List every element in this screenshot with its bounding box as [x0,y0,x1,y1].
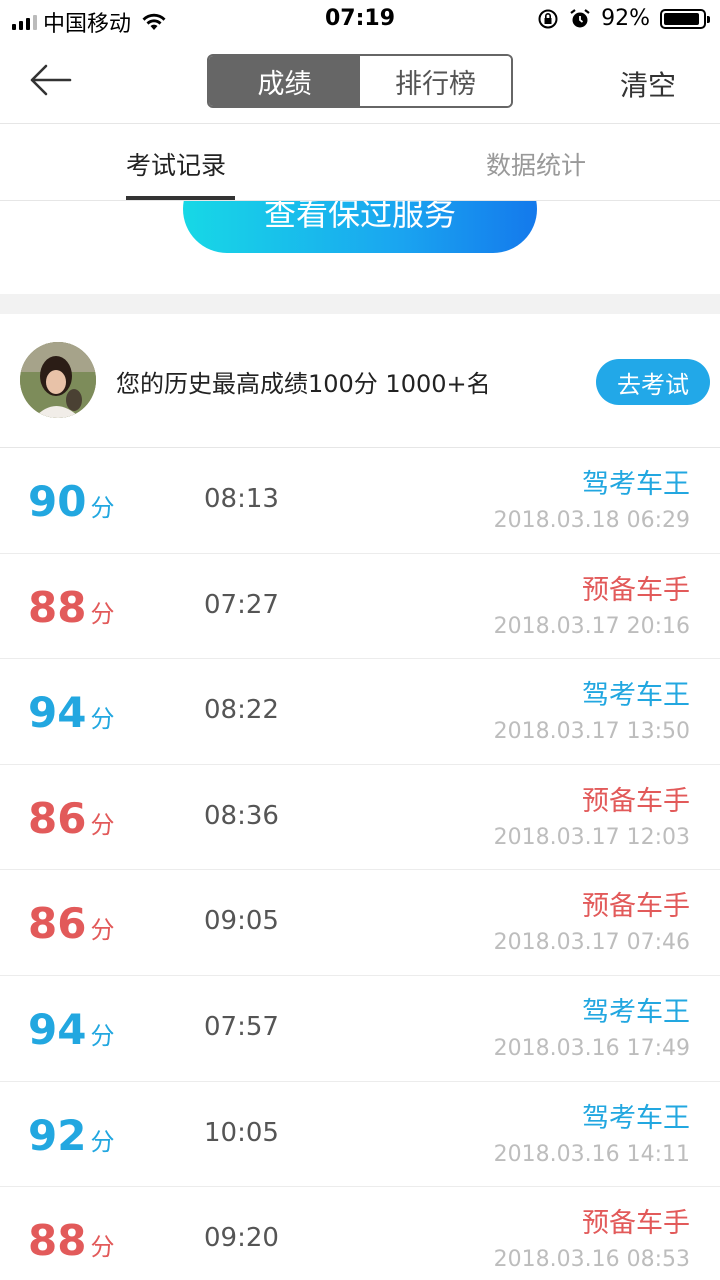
rank-title: 预备车手 [582,574,690,606]
rank-title: 预备车手 [582,785,690,817]
score: 90 分 [28,478,114,532]
status-bar: 中国移动 07:19 92% [0,0,720,40]
score: 88 分 [28,1217,114,1271]
summary-card: 您的历史最高成绩100分 1000+名 去考试 [0,314,720,448]
rank-title: 驾考车王 [582,680,690,712]
exam-duration: 09:05 [204,906,279,937]
exam-records-list: 90 分 08:13 驾考车王 2018.03.18 06:29 88 分 07:27 预备车手… [0,448,720,1280]
rank-title: 预备车手 [582,891,690,923]
score-value: 90 [28,477,87,526]
rank-title: 预备车手 [582,1208,690,1240]
rank-title: 驾考车王 [582,469,690,500]
score-unit: 分 [90,916,115,945]
active-tab-indicator [126,196,235,200]
tab-exam-records[interactable]: 考试记录 [126,146,226,182]
score-value: 92 [28,1110,87,1160]
go-exam-button[interactable]: 去考试 [596,359,710,405]
banner: 查看保过服务 [0,201,720,294]
list-item[interactable]: 94 分 07:57 驾考车王 2018.03.16 17:49 [0,976,720,1082]
list-item[interactable]: 94 分 08:22 驾考车王 2018.03.17 13:50 [0,659,720,765]
score-value: 86 [28,793,87,843]
battery-percent: 92% [601,6,650,31]
status-right: 92% [537,6,710,31]
tab-ranking[interactable]: 排行榜 [360,56,511,106]
exam-date: 2018.03.16 14:11 [493,1141,690,1167]
list-item[interactable]: 88 分 09:20 预备车手 2018.03.16 08:53 [0,1187,720,1280]
exam-duration: 08:13 [204,484,279,514]
exam-duration: 08:22 [204,695,279,726]
avatar-image [20,342,96,418]
score: 86 分 [28,900,114,954]
exam-date: 2018.03.17 12:03 [493,824,690,850]
exam-date: 2018.03.16 08:53 [493,1247,690,1273]
list-item[interactable]: 90 分 08:13 驾考车王 2018.03.18 06:29 [0,448,720,554]
rank-title: 驾考车王 [582,996,690,1028]
score: 92 分 [28,1110,115,1166]
exam-duration: 07:27 [204,589,279,620]
score-unit: 分 [90,1021,115,1050]
rotation-lock-icon [538,9,558,28]
score-unit: 分 [90,599,115,628]
tab-statistics[interactable]: 数据统计 [486,146,586,182]
list-item[interactable]: 86 分 09:05 预备车手 2018.03.17 07:46 [0,870,720,976]
best-score-text: 您的历史最高成绩100分 1000+名 [116,370,491,398]
score-value: 86 [28,899,87,949]
score: 94 分 [28,689,114,743]
avatar [20,342,96,418]
sub-tabs: 考试记录 数据统计 [0,124,720,201]
score-value: 94 [28,1004,87,1054]
score-unit: 分 [90,1233,115,1262]
score-unit: 分 [90,810,115,839]
score-unit: 分 [90,1127,115,1156]
exam-duration: 07:57 [204,1011,279,1042]
score: 94 分 [28,1004,115,1060]
score-value: 88 [28,582,87,632]
exam-date: 2018.03.17 07:46 [493,930,690,956]
list-item[interactable]: 92 分 10:05 驾考车王 2018.03.16 14:11 [0,1082,720,1188]
score: 88 分 [28,582,115,638]
exam-date: 2018.03.17 20:16 [493,613,690,639]
view-pass-service-button[interactable]: 查看保过服务 [183,201,537,253]
exam-duration: 10:05 [204,1117,279,1148]
exam-duration: 08:36 [204,800,279,831]
score: 86 分 [28,793,115,849]
battery-icon [660,8,710,29]
exam-duration: 09:20 [204,1223,279,1254]
exam-date: 2018.03.17 13:50 [493,719,690,745]
tab-scores[interactable]: 成绩 [209,56,360,106]
rank-title: 驾考车王 [582,1102,690,1134]
section-divider [0,294,720,314]
alarm-icon [570,8,590,27]
exam-date: 2018.03.18 06:29 [493,508,690,533]
score-unit: 分 [90,705,115,734]
score-value: 94 [28,688,87,738]
exam-date: 2018.03.16 17:49 [493,1035,690,1061]
clear-button[interactable]: 清空 [620,64,676,104]
nav-bar: 成绩 排行榜 清空 [0,40,720,124]
back-arrow-icon[interactable] [28,62,72,98]
list-item[interactable]: 86 分 08:36 预备车手 2018.03.17 12:03 [0,765,720,871]
list-item[interactable]: 88 分 07:27 预备车手 2018.03.17 20:16 [0,554,720,660]
segmented-control: 成绩 排行榜 [207,54,513,108]
score-unit: 分 [90,494,115,522]
score-value: 88 [28,1216,87,1266]
battery-fill [664,12,699,25]
